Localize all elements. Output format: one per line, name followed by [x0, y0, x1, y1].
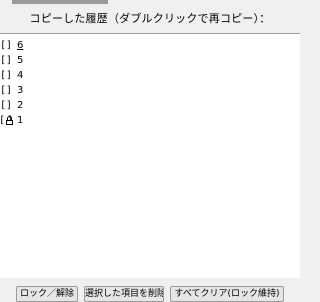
- button-bar: ロック／解除 選択した項目を削除 すべてクリア(ロック維持): [0, 286, 300, 302]
- item-lock-state: []: [0, 69, 13, 81]
- list-item[interactable]: [] 2: [0, 98, 24, 112]
- history-list[interactable]: [] 6 [] 5 [] 4 [] 3 [] 2 [ ] 1: [0, 33, 300, 278]
- item-lock-state: []: [0, 54, 13, 66]
- list-item[interactable]: [] 5: [0, 53, 24, 67]
- title-bar-fragment: [12, 0, 108, 4]
- item-lock-state: []: [0, 39, 13, 51]
- window-top-strip: [0, 0, 300, 6]
- list-item[interactable]: [ ] 1: [0, 113, 24, 127]
- list-item[interactable]: [] 4: [0, 68, 24, 82]
- item-lock-state: [ ]: [0, 114, 13, 126]
- history-header: コピーした履歴（ダブルクリックで再コピー）：: [29, 12, 271, 25]
- item-text: 3: [17, 84, 24, 96]
- item-text: 5: [17, 54, 24, 66]
- item-text: 4: [17, 69, 24, 81]
- item-text: 1: [17, 114, 24, 126]
- item-text: 2: [17, 99, 24, 111]
- item-text: 6: [17, 39, 24, 51]
- list-item[interactable]: [] 6: [0, 38, 24, 52]
- list-item[interactable]: [] 3: [0, 83, 24, 97]
- item-lock-state: []: [0, 99, 13, 111]
- item-lock-state: []: [0, 84, 13, 96]
